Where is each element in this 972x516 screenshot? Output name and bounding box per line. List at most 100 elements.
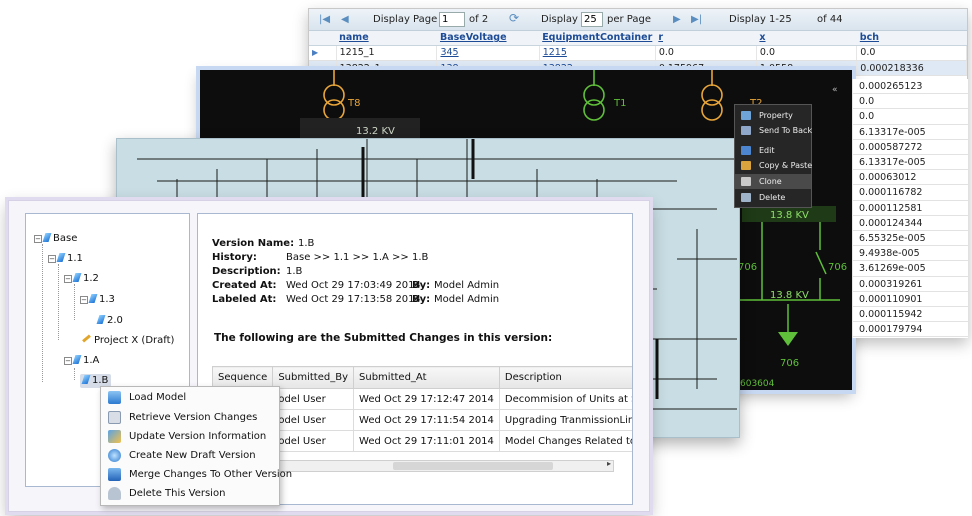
send-to-back-icon	[741, 126, 751, 135]
next-page-icon[interactable]: ▶	[673, 14, 681, 25]
tree-node-2-0[interactable]: 2.0	[96, 314, 123, 328]
row-indicator[interactable]: ▶	[309, 45, 337, 61]
tree-node-1-a[interactable]: −1.A	[64, 354, 99, 368]
tree-node-1-2[interactable]: −1.2	[64, 272, 99, 286]
collapse-toggle-icon[interactable]: −	[48, 255, 56, 263]
menu-item-copy-paste[interactable]: Copy & Paste	[735, 158, 812, 173]
cell-submitted-by: odel User	[272, 388, 355, 410]
bus-13-8-kv-bottom-label: 13.8 KV	[770, 290, 809, 301]
cell-bch: 0.000112581	[853, 201, 968, 216]
cell-bch: 6.13317e-005	[853, 155, 968, 171]
cell-name: 1215_1	[336, 45, 438, 61]
cell-bch: 0.000115942	[853, 307, 968, 323]
menu-item-clone[interactable]: Clone	[735, 174, 811, 189]
bch-column-visible-cells: 0.000265123 0.0 0.0 6.13317e-005 0.000587272…	[852, 79, 968, 338]
table-row[interactable]: ▶ 1215_1 345 1215 0.0 0.0 0.0	[309, 45, 967, 61]
changes-section-title: The following are the Submitted Changes …	[214, 332, 553, 344]
menu-item-load-model[interactable]: Load Model	[101, 388, 279, 407]
cell-bch: 0.0	[853, 94, 968, 110]
total-label: of 44	[817, 14, 843, 25]
menu-item-send-to-back[interactable]: Send To Back	[735, 123, 812, 138]
version-gem-icon	[56, 253, 66, 262]
edit-icon	[741, 146, 751, 155]
column-header[interactable]: EquipmentContainer	[539, 31, 656, 46]
column-header[interactable]: Submitted_At	[353, 366, 500, 389]
display-label: Display	[541, 14, 578, 25]
menu-item-edit[interactable]: Edit	[735, 143, 811, 158]
cell-bch: 6.55325e-005	[853, 231, 968, 247]
cell-bch: 0.000179794	[853, 322, 968, 338]
transformer-t1-icon	[583, 70, 605, 121]
collapse-toggle-icon[interactable]: −	[80, 296, 88, 304]
cell-equipment-container-link[interactable]: 1215	[539, 45, 656, 61]
delete-icon	[741, 193, 751, 202]
cell-bch: 0.000319261	[853, 277, 968, 292]
last-page-icon[interactable]: ▶|	[691, 14, 702, 25]
column-header[interactable]: BaseVoltage	[436, 31, 540, 46]
column-header[interactable]: r	[655, 31, 757, 46]
draft-pencil-icon	[82, 334, 91, 343]
cell-bch: 0.000124344	[853, 216, 968, 231]
range-label: Display 1-25	[729, 14, 792, 25]
first-page-icon[interactable]: |◀	[319, 14, 330, 25]
refresh-icon[interactable]: ⟳	[509, 11, 519, 25]
bus-13-2-kv-label: 13.2 KV	[356, 126, 395, 137]
scroll-right-icon[interactable]: ▸	[607, 459, 611, 468]
load-model-icon	[108, 391, 121, 404]
menu-item-create-new-draft-version[interactable]: Create New Draft Version	[101, 446, 279, 465]
column-header[interactable]: name	[336, 31, 437, 46]
display-page-label: Display Page	[373, 14, 438, 25]
cell-submitted-at: Wed Oct 29 17:11:54 2014	[353, 409, 500, 431]
row-arrow-icon: ▶	[312, 48, 319, 58]
version-gem-icon	[42, 233, 52, 242]
created-at-row: Created At: Wed Oct 29 17:03:49 2014 By:…	[212, 280, 500, 291]
tree-node-1-3[interactable]: −1.3	[80, 293, 115, 307]
version-gem-icon	[88, 294, 98, 303]
tree-node-base[interactable]: − Base	[34, 232, 77, 246]
version-context-menu: Load Model Retrieve Version Changes Upda…	[100, 386, 292, 506]
cell-bch: 0.0	[853, 109, 968, 125]
column-header[interactable]: x	[756, 31, 857, 46]
page-number-input[interactable]	[439, 12, 465, 27]
merge-changes-icon	[108, 468, 121, 481]
column-header[interactable]: bch	[856, 31, 967, 46]
cell-submitted-by: odel User	[272, 430, 355, 452]
collapse-toggle-icon[interactable]: −	[64, 357, 72, 365]
version-gem-icon	[72, 273, 82, 282]
delete-version-icon	[108, 487, 121, 500]
cell-bch: 0.00063012	[853, 170, 968, 186]
cell-description: Decommision of Units at Station Lak	[498, 388, 632, 410]
menu-item-delete-version[interactable]: Delete This Version	[101, 484, 279, 503]
column-header[interactable]: Description	[498, 366, 632, 389]
cell-r: 0.0	[655, 45, 757, 61]
cell-bch: 0.000116782	[853, 185, 968, 201]
tree-node-1-1[interactable]: −1.1	[48, 252, 83, 266]
cell-base-voltage-link[interactable]: 345	[436, 45, 540, 61]
version-gem-icon	[81, 375, 91, 384]
column-header[interactable]: Submitted_By	[272, 366, 355, 389]
cell-description: Upgrading TranmissionLine between	[498, 409, 632, 431]
row-indicator-header	[309, 31, 337, 46]
collapse-toggle-icon[interactable]: −	[64, 275, 72, 283]
t1-label: T1	[613, 98, 626, 109]
previous-page-icon[interactable]: ◀	[341, 14, 349, 25]
scrollbar-thumb[interactable]	[393, 462, 553, 470]
tree-node-project-x[interactable]: Project X (Draft)	[82, 334, 174, 348]
node-706-right: 706	[828, 262, 847, 273]
cell-description: Model Changes Related toTransmissi	[498, 430, 632, 452]
menu-item-update-version-information[interactable]: Update Version Information	[101, 427, 279, 446]
menu-item-delete[interactable]: Delete	[735, 190, 811, 205]
update-info-icon	[108, 430, 121, 443]
diagram-context-menu: Property Send To Back Edit Copy & Paste …	[734, 104, 812, 208]
menu-item-property[interactable]: Property	[735, 108, 811, 123]
version-gem-icon	[96, 315, 106, 324]
per-page-label: per Page	[607, 14, 651, 25]
cell-bch: 0.000218336	[856, 60, 967, 77]
menu-item-merge-changes[interactable]: Merge Changes To Other Version	[101, 465, 292, 484]
per-page-input[interactable]	[581, 12, 603, 27]
collapse-toggle-icon[interactable]: −	[34, 235, 42, 243]
grid-pager: |◀ ◀ Display Page of 2 ⟳ Display per Pag…	[309, 9, 967, 31]
version-gem-icon	[72, 355, 82, 364]
load-arrow-icon	[778, 332, 798, 346]
menu-item-retrieve-version-changes[interactable]: Retrieve Version Changes	[101, 408, 279, 427]
